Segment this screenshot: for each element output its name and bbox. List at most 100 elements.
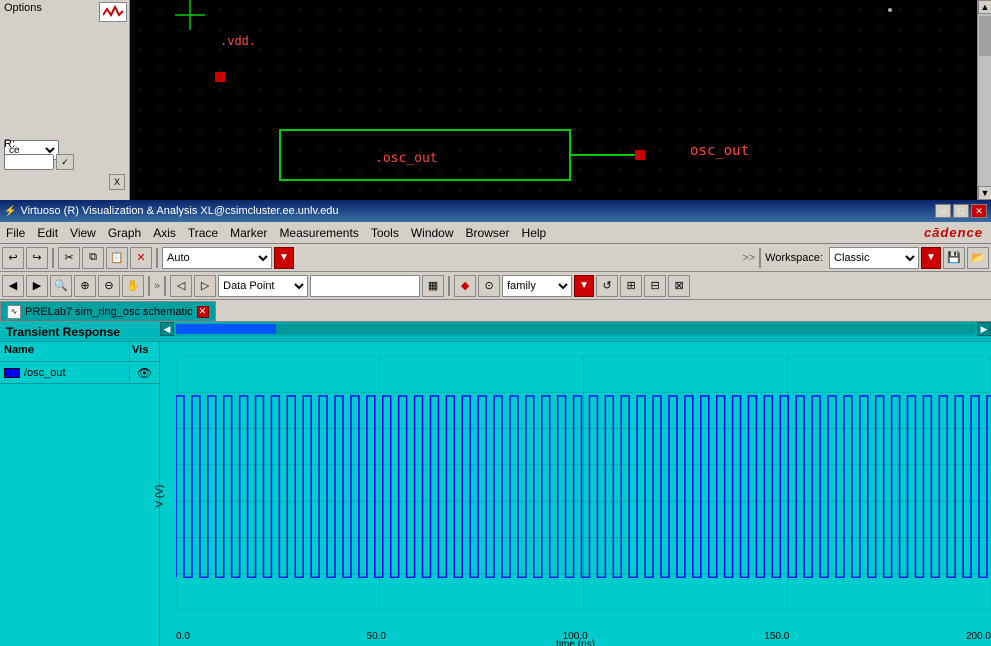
x-tick-150: 150.0	[764, 631, 789, 642]
title-bar-left: ⚡ Virtuoso (R) Visualization & Analysis …	[4, 205, 339, 217]
expand-arrows2[interactable]: »	[154, 280, 160, 292]
scrollbar-up-arrow[interactable]: ▲	[978, 0, 991, 14]
menu-item-marker[interactable]: Marker	[224, 224, 273, 242]
plot-area: Transient Response ◀ ▶ Name Vis /osc_out…	[0, 322, 991, 646]
calc-button[interactable]: ▦	[422, 275, 444, 297]
undo-button[interactable]: ↩	[2, 247, 24, 269]
zoom-fit-button[interactable]: 🔍	[50, 275, 72, 297]
maximize-button[interactable]: □	[953, 204, 969, 218]
legend-signal: /osc_out	[0, 367, 129, 379]
copy-button[interactable]: ⧉	[82, 247, 104, 269]
x-tick-200: 200.0	[966, 631, 991, 642]
title-bar-controls: – □ ✕	[935, 204, 987, 218]
next-wave-button[interactable]: ▷	[194, 275, 216, 297]
waveform-canvas-area: V (V) 6 5 4 3 2 1	[160, 342, 991, 646]
options-panel: Options ce R: ✓ X	[0, 0, 130, 200]
toolbar2: ◀ ▶ 🔍 ⊕ ⊖ ✋ » ◁ ▷ Data Point ▦ ◆ ⊙ famil…	[0, 272, 991, 300]
tab-close-button[interactable]: ✕	[197, 306, 209, 318]
menu-item-graph[interactable]: Graph	[102, 224, 147, 242]
menu-item-view[interactable]: View	[64, 224, 102, 242]
data-point-input[interactable]	[310, 275, 420, 297]
workspace-dropdown-button[interactable]: ▼	[921, 247, 941, 269]
family-select[interactable]: family	[502, 275, 572, 297]
app-icon: ⚡	[4, 206, 16, 217]
legend-row-osc-out: /osc_out 👁	[0, 362, 159, 384]
vdd-label: .vdd.	[220, 34, 256, 48]
nav-right-button[interactable]: ▶	[26, 275, 48, 297]
toolbar2-sep3	[448, 276, 450, 296]
menu-item-window[interactable]: Window	[405, 224, 460, 242]
minimize-button[interactable]: –	[935, 204, 951, 218]
zoom-out-button[interactable]: ⊖	[98, 275, 120, 297]
zoom-in-button[interactable]: ⊕	[74, 275, 96, 297]
scroll-track[interactable]	[176, 324, 975, 334]
menu-bar: FileEditViewGraphAxisTraceMarkerMeasurem…	[0, 222, 991, 244]
family-dropdown-button[interactable]: ▼	[574, 275, 594, 297]
y-axis-label: V (V)	[155, 492, 166, 508]
menu-item-measurements[interactable]: Measurements	[273, 224, 364, 242]
prev-wave-button[interactable]: ◁	[170, 275, 192, 297]
menu-item-tools[interactable]: Tools	[365, 224, 405, 242]
nav-left-button[interactable]: ◀	[2, 275, 24, 297]
menu-item-axis[interactable]: Axis	[147, 224, 182, 242]
data-point-select[interactable]: Data Point	[218, 275, 308, 297]
toolbar1: ↩ ↪ ✂ ⧉ 📋 ✕ Auto Manual ▼ >> Workspace: …	[0, 244, 991, 272]
legend-color-box	[4, 368, 20, 378]
toolbar1-sep2	[156, 248, 158, 268]
layout-dropdown-button[interactable]: ▼	[274, 247, 294, 269]
osc-out-marker	[635, 150, 645, 160]
workspace-select[interactable]: Classic Default	[829, 247, 919, 269]
grid3-button[interactable]: ⊠	[668, 275, 690, 297]
schematic-scrollbar[interactable]: ▲ ▼	[977, 0, 991, 200]
x-tick-0: 0.0	[176, 631, 190, 642]
menu-item-file[interactable]: File	[0, 224, 31, 242]
scrollbar-down-arrow[interactable]: ▼	[978, 186, 991, 200]
tab-bar: ∿ PRELab7 sim_ring_osc schematic ✕	[0, 300, 991, 322]
delete-button[interactable]: ✕	[130, 247, 152, 269]
x-tick-50: 50.0	[367, 631, 386, 642]
refresh-button[interactable]: ↺	[596, 275, 618, 297]
legend-header: Name Vis	[0, 342, 159, 362]
options-close-button[interactable]: X	[109, 174, 125, 190]
legend-signal-name: /osc_out	[24, 367, 66, 379]
close-button[interactable]: ✕	[971, 204, 987, 218]
horizontal-scrollbar[interactable]: ◀ ▶	[160, 322, 991, 336]
legend-name-col: Name	[0, 342, 129, 361]
scroll-right-arrow[interactable]: ▶	[977, 322, 991, 336]
scroll-left-arrow[interactable]: ◀	[160, 322, 174, 336]
osc-out-label1: .osc_out	[375, 151, 438, 166]
osc-out-label2: osc_out	[690, 143, 749, 159]
cursor-button[interactable]: ⊙	[478, 275, 500, 297]
workspace-save-button[interactable]: 💾	[943, 247, 965, 269]
cut-button[interactable]: ✂	[58, 247, 80, 269]
toolbar2-sep1	[148, 276, 150, 296]
r-input[interactable]	[4, 154, 54, 170]
schematic-area: Options ce R: ✓ X .vdd.	[0, 0, 991, 200]
toolbar1-sep3	[759, 248, 761, 268]
menu-item-browser[interactable]: Browser	[460, 224, 516, 242]
grid2-button[interactable]: ⊟	[644, 275, 666, 297]
menu-item-trace[interactable]: Trace	[182, 224, 224, 242]
redo-button[interactable]: ↪	[26, 247, 48, 269]
menu-item-edit[interactable]: Edit	[31, 224, 64, 242]
cadence-logo: cādence	[924, 225, 991, 240]
tab-prelab7[interactable]: ∿ PRELab7 sim_ring_osc schematic ✕	[0, 301, 216, 321]
marker-button[interactable]: ◆	[454, 275, 476, 297]
title-bar: ⚡ Virtuoso (R) Visualization & Analysis …	[0, 200, 991, 222]
menu-items: FileEditViewGraphAxisTraceMarkerMeasurem…	[0, 224, 924, 242]
paste-button[interactable]: 📋	[106, 247, 128, 269]
r-apply-button[interactable]: ✓	[56, 154, 74, 170]
tab-label: PRELab7 sim_ring_osc schematic	[25, 306, 193, 318]
pan-button[interactable]: ✋	[122, 275, 144, 297]
menu-item-help[interactable]: Help	[516, 224, 553, 242]
legend-eye-button[interactable]: 👁	[129, 366, 159, 380]
tab-icon: ∿	[7, 305, 21, 319]
grid1-button[interactable]: ⊞	[620, 275, 642, 297]
tab-waveform-icon: ∿	[11, 307, 18, 316]
layout-select[interactable]: Auto Manual	[162, 247, 272, 269]
title-bar-text: Virtuoso (R) Visualization & Analysis XL…	[20, 205, 338, 217]
workspace-load-button[interactable]: 📂	[967, 247, 989, 269]
expand-arrows[interactable]: >>	[742, 252, 755, 264]
r-label: R:	[4, 138, 15, 150]
scroll-thumb[interactable]	[176, 324, 276, 334]
